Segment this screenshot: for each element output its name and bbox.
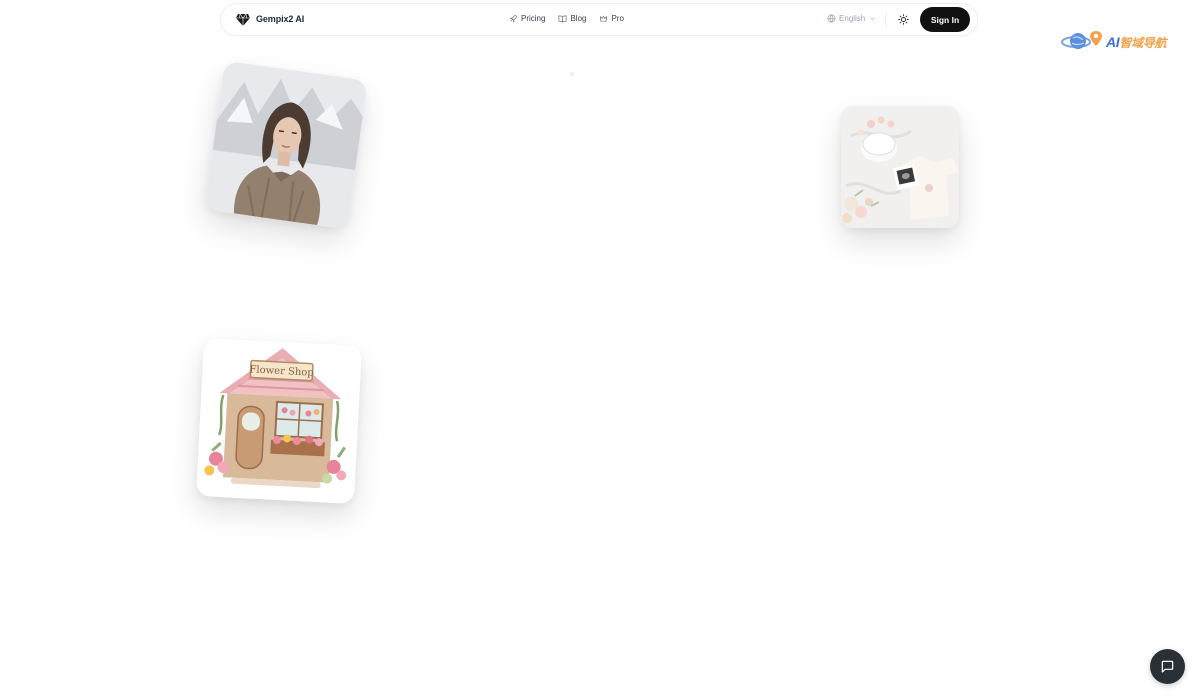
nav-blog-label: Blog [570, 14, 587, 23]
nav-blog[interactable]: Blog [558, 14, 586, 23]
nav-pro[interactable]: Pro [599, 14, 624, 23]
rocket-icon [509, 15, 517, 23]
baby-announcement-card [841, 106, 959, 228]
baby-announcement-image [841, 106, 959, 228]
brand-link[interactable]: Gempix2 AI [235, 11, 304, 27]
brand-name: Gempix2 AI [256, 14, 305, 24]
portrait-image [204, 60, 368, 230]
theme-toggle-button[interactable] [896, 12, 910, 26]
chevron-down-icon [870, 17, 876, 21]
language-selector[interactable]: English [827, 14, 877, 23]
globe-icon [827, 14, 836, 23]
flower-shop-image: Flower Shop [195, 337, 363, 505]
header-divider [885, 13, 886, 27]
watermark-text: AI智域导航 [1106, 34, 1167, 50]
crown-icon [600, 15, 608, 22]
hero-badge [570, 72, 574, 76]
nav-pro-label: Pro [611, 14, 624, 23]
sun-icon [897, 13, 909, 25]
flower-shop-card: Flower Shop [195, 337, 363, 505]
language-label: English [839, 14, 866, 23]
portrait-card [204, 60, 368, 230]
chat-bubble-icon [1161, 660, 1174, 673]
nav-pricing-label: Pricing [521, 14, 546, 23]
watermark-logo: AI智域导航 [1060, 28, 1184, 56]
top-navbar: Gempix2 AI Pricing Blog Pro English Sign… [220, 3, 978, 36]
diamond-logo-icon [236, 13, 250, 26]
sign-in-button[interactable]: Sign In [920, 7, 970, 32]
chat-support-button[interactable] [1150, 649, 1185, 684]
book-icon [558, 15, 567, 23]
nav-pricing[interactable]: Pricing [509, 14, 545, 23]
badge-dot [570, 72, 574, 76]
globe-location-icon [1061, 31, 1102, 49]
main-nav: Pricing Blog Pro [509, 14, 624, 23]
